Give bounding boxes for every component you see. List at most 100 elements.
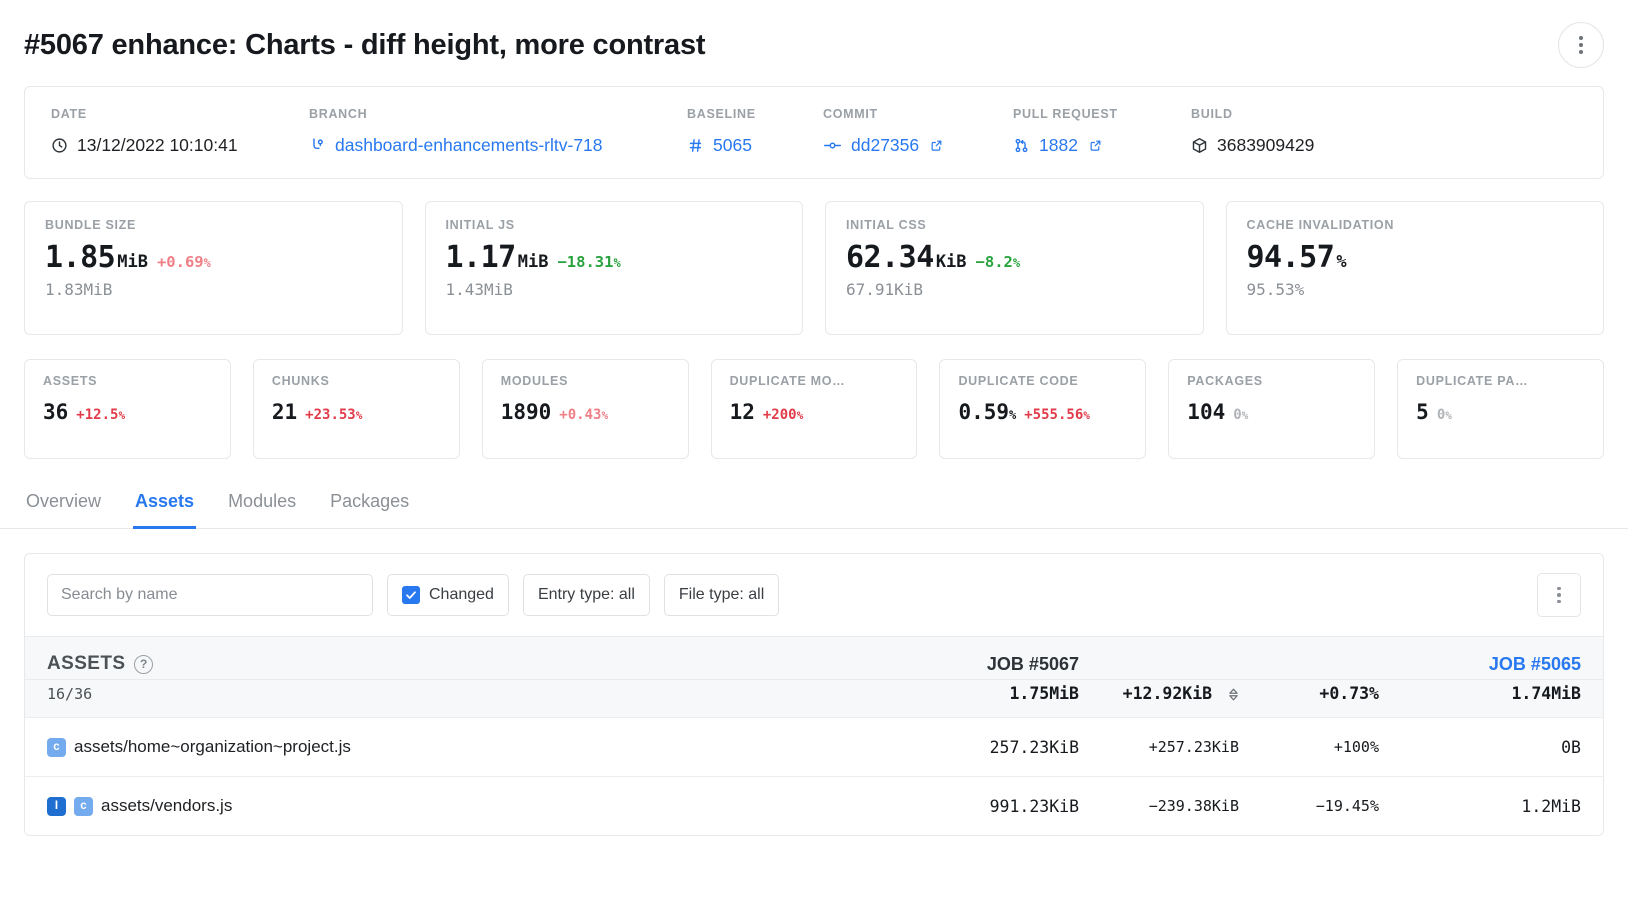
stat-value-group: 5 0%: [1416, 400, 1585, 424]
stat-value: 21: [271, 400, 298, 424]
stat-value-group: 1890 +0.43%: [501, 400, 670, 424]
stat-delta: +555.56%: [1024, 407, 1090, 423]
meta-value[interactable]: 5065: [687, 135, 823, 156]
delta-abs-header: [1079, 636, 1239, 680]
tab-assets[interactable]: Assets: [133, 485, 197, 529]
meta-field-commit: COMMIT dd27356: [823, 107, 1013, 156]
metric-card-bundle-size[interactable]: BUNDLE SIZE 1.85 MiB +0.69% 1.83MiB: [24, 201, 403, 335]
stat-delta: 0%: [1436, 407, 1452, 423]
row-delta-abs: −239.38KiB: [1079, 776, 1239, 835]
summary-delta-abs[interactable]: +12.92KiB: [1079, 679, 1239, 718]
clock-icon: [51, 137, 68, 154]
row-name: I c assets/vendors.js: [47, 796, 929, 816]
metric-delta: +0.69%: [156, 253, 211, 271]
row-name-text: assets/vendors.js: [101, 796, 233, 815]
stat-card-modules[interactable]: MODULES 1890 +0.43%: [481, 359, 689, 459]
metric-card-initial-js[interactable]: INITIAL JS 1.17 MiB −18.31% 1.43MiB: [424, 201, 803, 335]
table-row[interactable]: c assets/home~organization~project.js 25…: [25, 717, 1603, 777]
stat-title: PACKAGES: [1187, 374, 1263, 388]
filters-toolbar: Changed Entry type: all File type: all: [25, 554, 1603, 636]
tabs-bar: Overview Assets Modules Packages: [0, 485, 1628, 529]
metric-card-initial-css[interactable]: INITIAL CSS 62.34 KiB −8.2% 67.91KiB: [825, 201, 1204, 335]
metric-baseline: 67.91KiB: [846, 280, 924, 299]
stat-value: 5: [1416, 400, 1429, 424]
stat-card-packages[interactable]: PACKAGES 104 0%: [1168, 359, 1376, 459]
meta-value-text: dd27356: [851, 135, 920, 155]
stat-card-duplicate-modules[interactable]: DUPLICATE MO… 12 +200%: [710, 359, 918, 459]
filter-entry-type[interactable]: Entry type: all: [522, 574, 650, 616]
assets-panel: Changed Entry type: all File type: all: [24, 553, 1604, 836]
stat-value-group: 21 +23.53%: [272, 400, 441, 424]
row-current: 257.23KiB: [929, 717, 1079, 777]
row-name-text: assets/home~organization~project.js: [74, 737, 351, 756]
meta-label: COMMIT: [823, 107, 878, 121]
stat-delta: +0.43%: [559, 407, 609, 423]
search-input[interactable]: [47, 574, 373, 616]
stat-delta: +200%: [762, 407, 804, 423]
kebab-dot: [1557, 599, 1561, 604]
stat-card-duplicate-code[interactable]: DUPLICATE CODE 0.59 % +555.56%: [939, 359, 1147, 459]
stat-card-assets[interactable]: ASSETS 36 +12.5%: [24, 359, 231, 459]
row-delta-abs: +257.23KiB: [1079, 717, 1239, 777]
meta-label: BRANCH: [309, 107, 368, 121]
table-header-row: ASSETS ? JOB #5067 JOB #5065: [25, 636, 1603, 680]
filter-file-type-label: File type: all: [678, 586, 765, 603]
stat-value: 1890: [500, 400, 552, 424]
stat-value: 12: [729, 400, 755, 424]
stat-value-group: 104 0%: [1187, 400, 1356, 424]
external-link-icon: [1089, 139, 1102, 152]
metric-card-cache-invalidation[interactable]: CACHE INVALIDATION 94.57 % 95.53%: [1225, 201, 1604, 335]
summary-baseline: 1.74MiB: [1379, 679, 1603, 718]
question-mark-icon[interactable]: ?: [134, 654, 154, 674]
metric-baseline: 1.83MiB: [45, 280, 113, 299]
group-title-cell: ASSETS ?: [25, 636, 929, 680]
baseline-job-header[interactable]: JOB #5065: [1379, 636, 1603, 680]
metric-baseline: 95.53%: [1246, 280, 1305, 299]
group-title-text: ASSETS: [47, 653, 126, 674]
filter-changed-label: Changed: [429, 586, 494, 603]
tab-modules[interactable]: Modules: [226, 485, 298, 529]
filter-changed-toggle[interactable]: Changed: [387, 574, 509, 616]
meta-label: DATE: [51, 107, 87, 121]
row-baseline: 1.2MiB: [1379, 776, 1603, 835]
filter-file-type[interactable]: File type: all: [663, 574, 780, 616]
stat-cards-row: ASSETS 36 +12.5% CHUNKS 21 +23.53% MODUL…: [24, 359, 1605, 459]
meta-field-baseline: BASELINE 5065: [687, 107, 823, 156]
kebab-dot: [1579, 36, 1583, 40]
summary-current: 1.75MiB: [929, 679, 1079, 718]
meta-value[interactable]: dashboard-enhancements-rltv-718: [309, 135, 687, 156]
metric-unit: MiB: [517, 252, 549, 272]
kebab-dot: [1557, 593, 1561, 597]
meta-value[interactable]: 1882: [1013, 135, 1191, 156]
stat-value: 0.59: [958, 400, 1010, 424]
stat-title: DUPLICATE CODE: [958, 374, 1079, 388]
kebab-dot: [1579, 50, 1583, 54]
stat-value-group: 12 +200%: [730, 400, 899, 424]
stat-delta: 0%: [1233, 407, 1249, 423]
tab-packages[interactable]: Packages: [328, 485, 411, 529]
metric-cards-row: BUNDLE SIZE 1.85 MiB +0.69% 1.83MiB INIT…: [24, 201, 1604, 335]
tab-overview[interactable]: Overview: [24, 485, 103, 529]
meta-field-branch: BRANCH dashboard-enhancements-rltv-718: [309, 107, 687, 156]
meta-value: 3683909429: [1191, 135, 1314, 156]
row-baseline: 0B: [1379, 717, 1603, 777]
stat-card-chunks[interactable]: CHUNKS 21 +23.53%: [252, 359, 460, 459]
filters-kebab-menu-button[interactable]: [1537, 573, 1581, 617]
metric-title: INITIAL CSS: [846, 218, 927, 232]
meta-value-text: 5065: [713, 135, 752, 155]
package-icon: [1191, 137, 1208, 154]
row-name-cell: I c assets/vendors.js: [25, 776, 929, 835]
meta-value[interactable]: dd27356: [823, 135, 1013, 156]
stat-card-duplicate-packages[interactable]: DUPLICATE PA… 5 0%: [1397, 359, 1605, 459]
stat-delta: +23.53%: [305, 407, 363, 423]
kebab-dot: [1579, 43, 1583, 47]
header-kebab-menu-button[interactable]: [1558, 22, 1604, 68]
row-current: 991.23KiB: [929, 776, 1079, 835]
table-row[interactable]: I c assets/vendors.js 991.23KiB −239.38K…: [25, 776, 1603, 835]
meta-field-pull-request: PULL REQUEST 1882: [1013, 107, 1191, 156]
stat-value-group: 0.59 % +555.56%: [958, 400, 1127, 424]
chunk-badge: c: [47, 737, 66, 757]
metric-value-group: 1.85 MiB +0.69%: [45, 240, 382, 275]
hash-icon: [687, 137, 704, 154]
meta-value-text: dashboard-enhancements-rltv-718: [335, 135, 603, 155]
